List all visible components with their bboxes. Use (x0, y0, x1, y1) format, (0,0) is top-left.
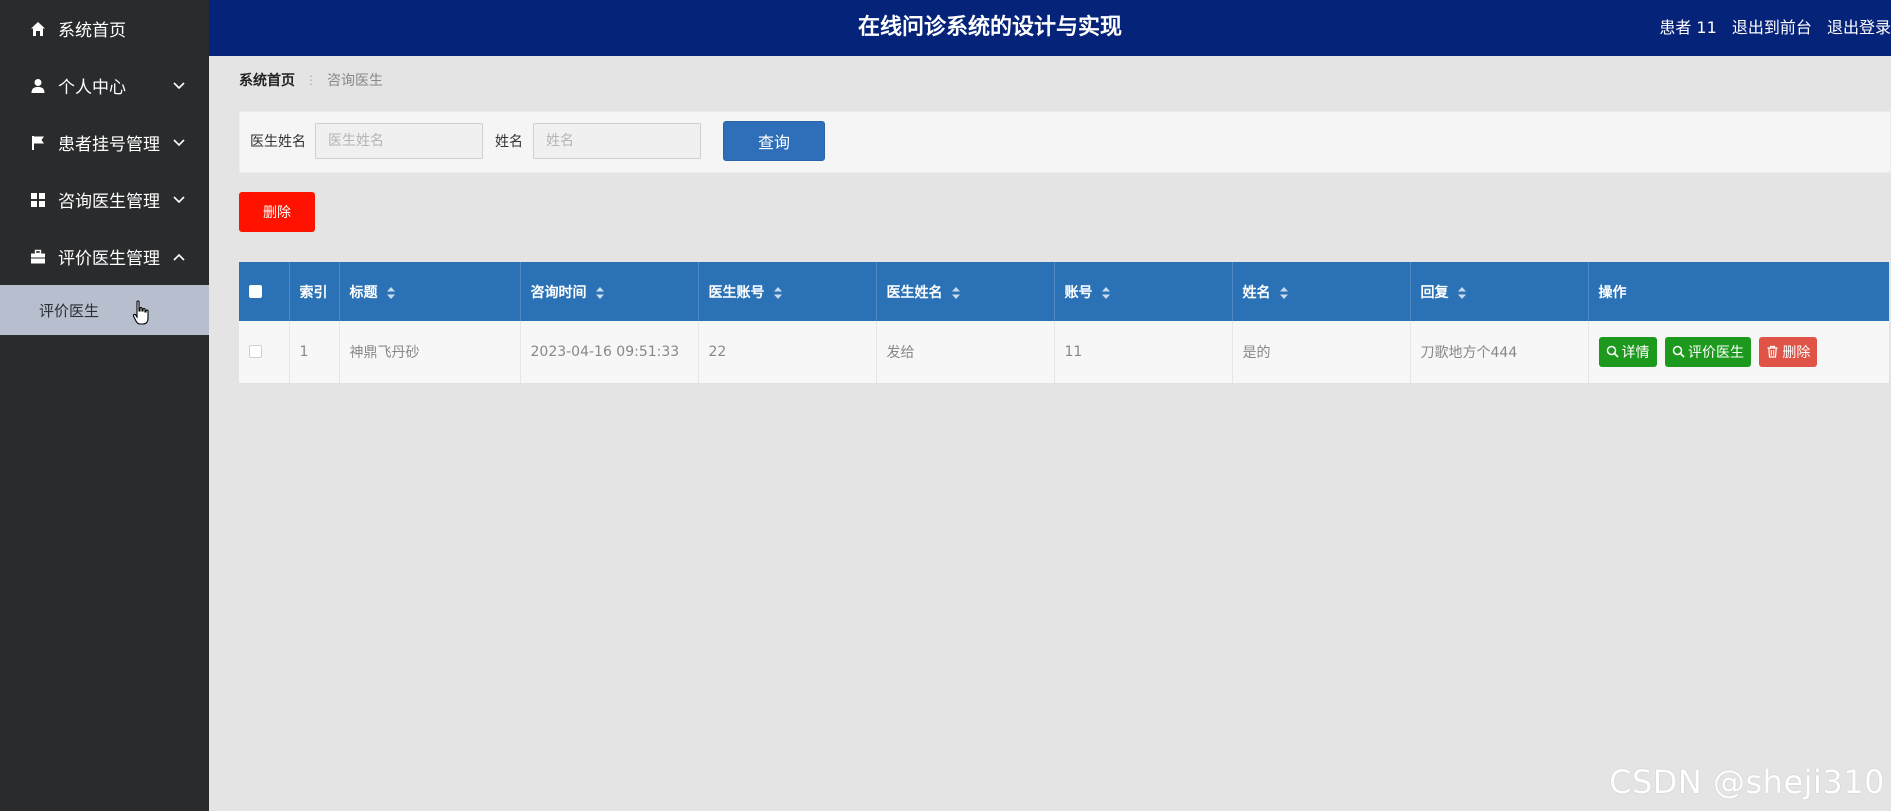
delete-button-label: 删除 (1782, 344, 1811, 361)
delete-button[interactable]: 删除 (1759, 336, 1818, 367)
cell-doctor-name: 发给 (876, 321, 1055, 384)
sort-icon[interactable] (773, 286, 783, 299)
column-header-label: 姓名 (1242, 284, 1271, 301)
app-title: 在线问诊系统的设计与实现 (857, 15, 1122, 40)
column-header-reply[interactable]: 回复 (1410, 262, 1589, 321)
column-header-label: 索引 (299, 284, 328, 301)
batch-delete-button[interactable]: 删除 (239, 192, 315, 232)
column-header-doctor-name[interactable]: 医生姓名 (876, 262, 1055, 321)
column-header-label: 医生姓名 (886, 284, 943, 301)
chevron-down-icon (173, 138, 185, 146)
column-header-label: 账号 (1064, 284, 1093, 301)
breadcrumb-current: 咨询医生 (327, 73, 383, 89)
column-header-actions: 操作 (1588, 262, 1889, 321)
name-label: 姓名 (495, 134, 523, 150)
sort-icon[interactable] (951, 286, 961, 299)
back-to-front-link[interactable]: 退出到前台 (1732, 18, 1812, 37)
column-header-title[interactable]: 标题 (339, 262, 521, 321)
sort-icon[interactable] (386, 286, 396, 299)
flag-icon (32, 135, 44, 150)
sidebar-item-label: 咨询医生管理 (58, 192, 160, 212)
column-header-label: 医生账号 (708, 284, 765, 301)
column-header-consult-time[interactable]: 咨询时间 (520, 262, 699, 321)
row-checkbox[interactable] (249, 345, 262, 359)
grid-icon (31, 192, 45, 207)
column-header-label: 咨询时间 (530, 284, 587, 301)
column-header-label: 回复 (1420, 284, 1449, 301)
detail-button-label: 详情 (1621, 344, 1650, 361)
breadcrumb: 系统首页 ⋮ 咨询医生 (239, 70, 383, 90)
sidebar-item-consult[interactable]: 咨询医生管理 (0, 171, 209, 228)
sidebar-subitem-label: 评价医生 (39, 301, 100, 320)
sidebar-item-label: 评价医生管理 (58, 249, 160, 269)
data-table: 索引 标题 咨询时间 医生账号 医生姓名 账号 姓名 回复 操作 1 神鼎飞丹砂… (239, 262, 1889, 384)
select-all-cell (239, 262, 290, 321)
home-icon (31, 21, 45, 36)
table-header-row: 索引 标题 咨询时间 医生账号 医生姓名 账号 姓名 回复 操作 (239, 262, 1889, 321)
sort-icon[interactable] (1457, 286, 1467, 299)
header-user-area: 患者 11 退出到前台 退出登录 (1659, 0, 1891, 56)
search-icon (1672, 346, 1685, 358)
column-header-account[interactable]: 账号 (1054, 262, 1233, 321)
sort-icon[interactable] (1101, 286, 1111, 299)
doctor-name-label: 医生姓名 (250, 134, 306, 150)
sidebar-item-personal-center[interactable]: 个人中心 (0, 57, 209, 114)
sidebar-item-label: 系统首页 (58, 21, 126, 41)
logout-link[interactable]: 退出登录 (1827, 18, 1891, 37)
chevron-up-icon (173, 253, 185, 261)
cell-reply: 刀歌地方个444 (1410, 321, 1589, 384)
cell-actions: 详情 评价医生 删除 (1588, 321, 1889, 384)
row-select-cell (239, 321, 290, 384)
chevron-down-icon (173, 195, 185, 203)
column-header-label: 操作 (1598, 284, 1627, 301)
table-row: 1 神鼎飞丹砂 2023-04-16 09:51:33 22 发给 11 是的 … (239, 321, 1889, 384)
name-input[interactable] (533, 123, 701, 159)
evaluate-doctor-button[interactable]: 评价医生 (1664, 336, 1751, 367)
hand-cursor-icon (132, 300, 149, 325)
cell-index: 1 (289, 321, 340, 384)
briefcase-icon (31, 249, 45, 263)
cell-doctor-account: 22 (698, 321, 877, 384)
sidebar-item-home[interactable]: 系统首页 (0, 0, 209, 57)
trash-icon (1767, 346, 1778, 358)
top-header: 在线问诊系统的设计与实现 患者 11 退出到前台 退出登录 (209, 0, 1891, 56)
detail-button[interactable]: 详情 (1598, 336, 1657, 367)
breadcrumb-home[interactable]: 系统首页 (239, 70, 295, 90)
cell-title: 神鼎飞丹砂 (339, 321, 521, 384)
select-all-checkbox[interactable] (249, 285, 262, 298)
column-header-name[interactable]: 姓名 (1232, 262, 1411, 321)
sidebar-subitem-evaluate-doctor[interactable]: 评价医生 (0, 285, 209, 335)
watermark: CSDN @sheji310 (1609, 763, 1885, 801)
cell-consult-time: 2023-04-16 09:51:33 (520, 321, 699, 384)
query-button[interactable]: 查询 (723, 121, 825, 161)
current-user: 患者 11 (1659, 18, 1717, 37)
sidebar: 系统首页 个人中心 患者挂号管理 咨询医生管理 评价医生管理 评价医生 (0, 0, 209, 811)
user-icon (31, 78, 45, 93)
sidebar-item-label: 个人中心 (58, 78, 126, 98)
column-header-label: 标题 (349, 284, 378, 301)
column-header-index: 索引 (289, 262, 340, 321)
sidebar-item-label: 患者挂号管理 (58, 135, 160, 155)
chevron-down-icon (173, 81, 185, 89)
sort-icon[interactable] (1279, 286, 1289, 299)
search-panel: 医生姓名 姓名 (239, 111, 1891, 173)
sort-icon[interactable] (595, 286, 605, 299)
doctor-name-input[interactable] (315, 123, 483, 159)
column-header-doctor-account[interactable]: 医生账号 (698, 262, 877, 321)
evaluate-doctor-button-label: 评价医生 (1687, 344, 1744, 361)
cell-name: 是的 (1232, 321, 1411, 384)
search-icon (1606, 346, 1619, 358)
breadcrumb-separator-icon: ⋮ (305, 73, 317, 87)
sidebar-item-registration[interactable]: 患者挂号管理 (0, 114, 209, 171)
cell-account: 11 (1054, 321, 1233, 384)
sidebar-item-evaluate[interactable]: 评价医生管理 (0, 228, 209, 285)
